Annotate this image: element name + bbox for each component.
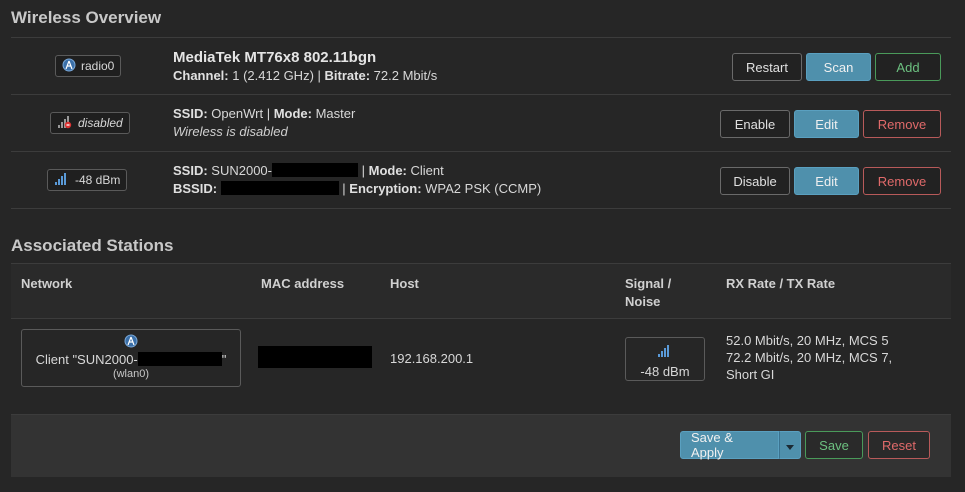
- radio-name: MediaTek MT76x8 802.11bgn: [173, 49, 377, 66]
- signal-bars-icon: [626, 344, 704, 361]
- mode-value: Master: [315, 106, 356, 121]
- station-network-name: Client "SUN2000- ": [22, 352, 240, 367]
- save-button[interactable]: Save: [805, 431, 863, 459]
- associated-stations-title: Associated Stations: [11, 236, 174, 255]
- header-mac: MAC address: [261, 276, 345, 291]
- station-network-suffix: ": [221, 352, 227, 367]
- tx-rate: 72.2 Mbit/s, 20 MHz, MCS 7,: [726, 350, 893, 365]
- disabled-badge-label: disabled: [78, 116, 123, 130]
- bssid-encryption-line: BSSID: | Encryption: WPA2 PSK (CCMP): [173, 181, 542, 196]
- caret-down-icon: [786, 438, 794, 453]
- station-rates: 52.0 Mbit/s, 20 MHz, MCS 5 72.2 Mbit/s, …: [726, 332, 892, 383]
- header-host: Host: [390, 276, 419, 291]
- edit-button[interactable]: Edit: [794, 110, 859, 138]
- rx-rate: 52.0 Mbit/s, 20 MHz, MCS 5: [726, 333, 889, 348]
- radio-antenna-icon: [62, 58, 76, 75]
- channel-value: 1 (2.412 GHz): [232, 68, 314, 83]
- radio-badge-label: radio0: [81, 59, 115, 73]
- scan-button[interactable]: Scan: [806, 53, 871, 81]
- remove-button[interactable]: Remove: [863, 167, 941, 195]
- signal-bars-icon: [54, 172, 70, 189]
- wireless-overview-title: Wireless Overview: [11, 8, 162, 27]
- header-signal-line1: Signal /: [625, 276, 672, 291]
- redacted-ssid: [272, 163, 358, 177]
- table-row: Client "SUN2000- " (wlan0) 192.168.200.1 …: [11, 319, 951, 415]
- network-info-client: SSID: SUN2000- | Mode: Client BSSID: | E…: [173, 162, 541, 198]
- signal-badge-label: -48 dBm: [75, 173, 121, 187]
- station-signal-box: -48 dBm: [625, 337, 705, 381]
- header-signal-line2: Noise: [625, 294, 661, 309]
- wireless-overview-table: radio0 MediaTek MT76x8 802.11bgn Channel…: [11, 37, 951, 209]
- network-row-client: -48 dBm SSID: SUN2000- | Mode: Client BS…: [11, 152, 951, 209]
- action-footer: Save & Apply Save Reset: [11, 415, 951, 477]
- redacted-mac: [258, 346, 372, 368]
- wireless-disabled-note: Wireless is disabled: [173, 124, 288, 139]
- station-host: 192.168.200.1: [390, 351, 474, 366]
- tx-rate-extra: Short GI: [726, 367, 775, 382]
- station-iface: (wlan0): [112, 368, 150, 380]
- radio-badge: radio0: [55, 55, 122, 77]
- add-button[interactable]: Add: [875, 53, 941, 81]
- encryption-label: Encryption:: [349, 181, 422, 196]
- station-signal-value: -48 dBm: [640, 364, 690, 379]
- ssid-value: SUN2000-: [211, 163, 272, 178]
- bitrate-value: 72.2 Mbit/s: [373, 68, 438, 83]
- ssid-label: SSID:: [173, 163, 208, 178]
- ssid-label: SSID:: [173, 106, 208, 121]
- network-buttons-client: Disable Edit Remove: [720, 167, 941, 195]
- network-info-openwrt: SSID: OpenWrt | Mode: Master Wireless is…: [173, 105, 355, 141]
- disabled-badge: disabled: [50, 112, 130, 134]
- redacted-network: [137, 352, 222, 366]
- stations-table-header: Network MAC address Host Signal / Noise …: [11, 263, 951, 319]
- network-row-openwrt: disabled SSID: OpenWrt | Mode: Master Wi…: [11, 95, 951, 152]
- radio-info: MediaTek MT76x8 802.11bgn Channel: 1 (2.…: [173, 48, 437, 85]
- associated-stations-table: Network MAC address Host Signal / Noise …: [11, 263, 951, 415]
- radio-details: Channel: 1 (2.412 GHz) | Bitrate: 72.2 M…: [173, 68, 438, 83]
- restart-button[interactable]: Restart: [732, 53, 802, 81]
- encryption-value: WPA2 PSK (CCMP): [425, 181, 542, 196]
- edit-button[interactable]: Edit: [794, 167, 859, 195]
- header-network: Network: [21, 276, 73, 291]
- header-rate: RX Rate / TX Rate: [726, 276, 836, 291]
- signal-disabled-icon: [57, 115, 73, 132]
- redacted-bssid: [220, 181, 339, 195]
- ssid-mode-line: SSID: OpenWrt | Mode: Master: [173, 106, 356, 121]
- bssid-label: BSSID:: [173, 181, 218, 196]
- ssid-value: OpenWrt: [211, 106, 264, 121]
- remove-button[interactable]: Remove: [863, 110, 941, 138]
- save-apply-dropdown[interactable]: [779, 431, 801, 459]
- channel-label: Channel:: [173, 68, 229, 83]
- header-signal: Signal / Noise: [625, 275, 671, 311]
- mode-label: Mode:: [368, 163, 407, 178]
- enable-button[interactable]: Enable: [720, 110, 790, 138]
- radio-buttons: Restart Scan Add: [732, 53, 941, 81]
- radio-row: radio0 MediaTek MT76x8 802.11bgn Channel…: [11, 38, 951, 95]
- network-buttons-openwrt: Enable Edit Remove: [720, 110, 941, 138]
- radio-antenna-icon: [22, 334, 240, 351]
- save-apply-button[interactable]: Save & Apply: [680, 430, 779, 460]
- station-network-prefix: Client "SUN2000-: [35, 352, 138, 367]
- ssid-mode-line: SSID: SUN2000- | Mode: Client: [173, 163, 444, 178]
- mode-label: Mode:: [273, 106, 312, 121]
- signal-badge: -48 dBm: [47, 169, 128, 191]
- disable-button[interactable]: Disable: [720, 167, 790, 195]
- save-apply-group: Save & Apply: [680, 430, 801, 460]
- mode-value: Client: [410, 163, 444, 178]
- station-network-box[interactable]: Client "SUN2000- " (wlan0): [21, 329, 241, 387]
- bitrate-label: Bitrate:: [324, 68, 371, 83]
- reset-button[interactable]: Reset: [868, 431, 930, 459]
